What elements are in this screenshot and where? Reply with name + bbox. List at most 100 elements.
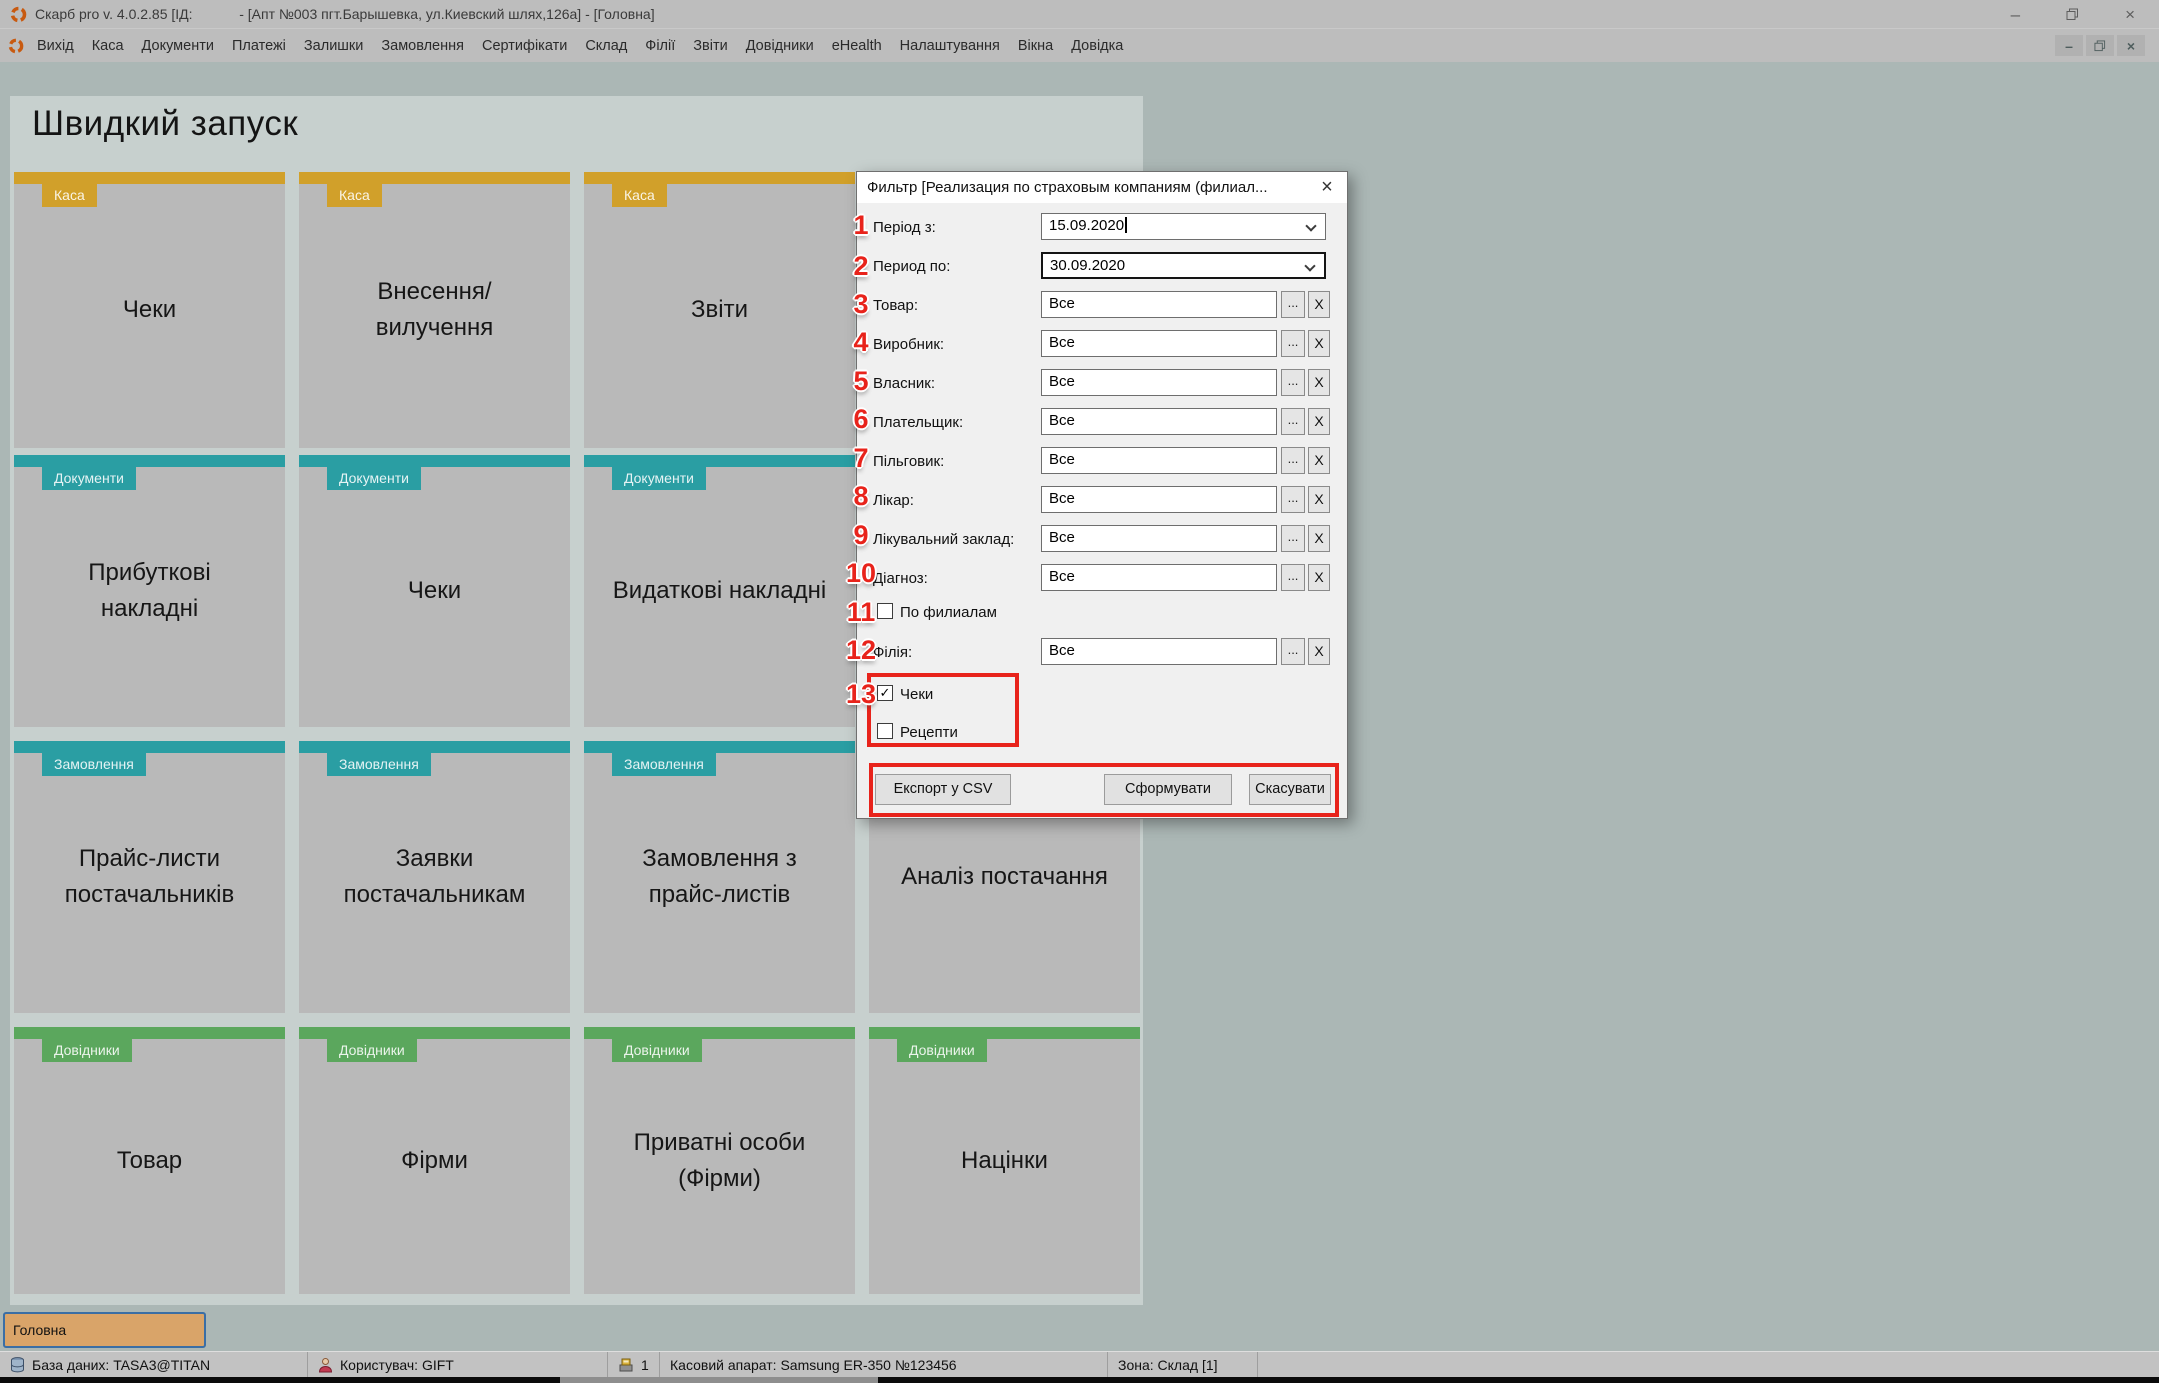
clear-button[interactable]: X [1308, 525, 1330, 552]
tile-category-bar [584, 741, 855, 753]
tile-label: Товар [117, 1143, 182, 1179]
clear-button[interactable]: X [1308, 638, 1330, 665]
tile-чеки[interactable]: ДокументиЧеки [299, 455, 570, 727]
menu-item-12[interactable]: eHealth [832, 38, 882, 54]
mdi-close-icon[interactable]: × [2117, 35, 2145, 56]
close-icon[interactable]: × [2125, 6, 2135, 23]
checkbox-label: По филиалам [900, 604, 997, 621]
input-плательщик-[interactable]: Все [1041, 408, 1277, 435]
input-пільговик-[interactable]: Все [1041, 447, 1277, 474]
tile-category-tag: Каса [42, 184, 97, 207]
menu-item-14[interactable]: Вікна [1018, 38, 1053, 54]
tile-чеки[interactable]: КасаЧеки [14, 172, 285, 448]
clear-button[interactable]: X [1308, 486, 1330, 513]
menu-item-2[interactable]: Каса [92, 38, 124, 54]
chevron-down-icon[interactable] [1305, 220, 1316, 231]
input-власник-[interactable]: Все [1041, 369, 1277, 396]
tile-category-bar [14, 1027, 285, 1039]
tile-category-bar [869, 1027, 1140, 1039]
tile-category-tag: Довідники [897, 1039, 987, 1062]
tile-звіти[interactable]: КасаЗвіти [584, 172, 855, 448]
annotation-number-4: 4 [843, 327, 879, 358]
tile-прибуткові-накладні[interactable]: ДокументиПрибуткові накладні [14, 455, 285, 727]
status-section-2: Користувач: GIFT [308, 1352, 608, 1377]
status-text: 1 [641, 1357, 649, 1373]
tile-category-tag: Документи [327, 467, 421, 490]
tile-внесення-вилучення[interactable]: КасаВнесення/вилучення [299, 172, 570, 448]
menu-item-15[interactable]: Довідка [1071, 38, 1123, 54]
menu-item-6[interactable]: Замовлення [381, 38, 464, 54]
checkbox-по-филиалам[interactable] [877, 603, 893, 619]
tile-товар[interactable]: ДовідникиТовар [14, 1027, 285, 1294]
menu-item-1[interactable]: Вихід [37, 38, 74, 54]
export-csv-button[interactable]: Експорт у CSV [875, 774, 1011, 805]
input-виробник-[interactable]: Все [1041, 330, 1277, 357]
tile-category-bar [584, 455, 855, 467]
ellipsis-lookup-button[interactable]: ... [1281, 291, 1305, 318]
filter-dialog: Фильтр [Реализация по страховым компания… [856, 171, 1348, 819]
annotation-box-checkboxes [867, 673, 1019, 747]
ellipsis-lookup-button[interactable]: ... [1281, 408, 1305, 435]
ellipsis-lookup-button[interactable]: ... [1281, 486, 1305, 513]
combo-період-з-[interactable]: 15.09.2020 [1041, 213, 1326, 240]
combo-value: 15.09.2020 [1049, 217, 1124, 234]
clear-button[interactable]: X [1308, 564, 1330, 591]
ellipsis-lookup-button[interactable]: ... [1281, 564, 1305, 591]
menu-item-3[interactable]: Документи [142, 38, 214, 54]
tile-націнки[interactable]: ДовідникиНацінки [869, 1027, 1140, 1294]
ellipsis-lookup-button[interactable]: ... [1281, 638, 1305, 665]
window-title: Скарб pro v. 4.0.2.85 [ІД: - [Апт №003 п… [35, 6, 2011, 22]
annotation-number-12: 12 [843, 635, 879, 666]
ellipsis-lookup-button[interactable]: ... [1281, 447, 1305, 474]
menu-item-11[interactable]: Довідники [746, 38, 814, 54]
clear-button[interactable]: X [1308, 408, 1330, 435]
status-section-1: База даних: TASA3@TITAN [0, 1352, 308, 1377]
cash-register-icon [618, 1357, 634, 1372]
tile-category-bar [299, 741, 570, 753]
input-діагноз-[interactable]: Все [1041, 564, 1277, 591]
status-section-5: Зона: Склад [1] [1108, 1352, 1258, 1377]
dialog-close-icon[interactable]: × [1307, 172, 1347, 203]
cancel-button[interactable]: Скасувати [1249, 774, 1331, 805]
clear-button[interactable]: X [1308, 369, 1330, 396]
restore-icon[interactable] [2066, 8, 2079, 21]
combo-период-по-[interactable]: 30.09.2020 [1041, 252, 1326, 279]
menu-item-13[interactable]: Налаштування [900, 38, 1000, 54]
menu-item-5[interactable]: Залишки [304, 38, 363, 54]
tile-приватні-особи-фірми-[interactable]: ДовідникиПриватні особи (Фірми) [584, 1027, 855, 1294]
menu-item-4[interactable]: Платежі [232, 38, 286, 54]
clear-button[interactable]: X [1308, 291, 1330, 318]
annotation-number-7: 7 [843, 443, 879, 474]
input-лікар-[interactable]: Все [1041, 486, 1277, 513]
input-філія-[interactable]: Все [1041, 638, 1277, 665]
ellipsis-lookup-button[interactable]: ... [1281, 330, 1305, 357]
tile-прайс-листи-постачальників[interactable]: ЗамовленняПрайс-листи постачальників [14, 741, 285, 1013]
tile-видаткові-накладні[interactable]: ДокументиВидаткові накладні [584, 455, 855, 727]
field-label: Виробник: [873, 336, 944, 353]
clear-button[interactable]: X [1308, 447, 1330, 474]
tile-label: Внесення/вилучення [326, 274, 544, 346]
ellipsis-lookup-button[interactable]: ... [1281, 369, 1305, 396]
tile-заявки-постачальникам[interactable]: ЗамовленняЗаявки постачальникам [299, 741, 570, 1013]
menu-item-10[interactable]: Звіти [693, 38, 727, 54]
mdi-restore-icon[interactable] [2086, 35, 2114, 56]
minimize-icon[interactable]: – [2011, 6, 2020, 23]
tile-замовлення-з-прайс-листів[interactable]: ЗамовленняЗамовлення з прайс-листів [584, 741, 855, 1013]
generate-button[interactable]: Сформувати [1104, 774, 1232, 805]
menu-item-8[interactable]: Склад [585, 38, 627, 54]
tile-фірми[interactable]: ДовідникиФірми [299, 1027, 570, 1294]
tile-category-tag: Замовлення [612, 753, 716, 776]
clear-button[interactable]: X [1308, 330, 1330, 357]
tile-category-tag: Довідники [327, 1039, 417, 1062]
menu-item-7[interactable]: Сертифікати [482, 38, 567, 54]
chevron-down-icon[interactable] [1304, 260, 1315, 271]
field-label: Лікар: [873, 492, 914, 509]
field-label: Діагноз: [873, 570, 928, 587]
input-лікувальний-заклад-[interactable]: Все [1041, 525, 1277, 552]
tab-home[interactable]: Головна [3, 1312, 206, 1348]
menu-item-9[interactable]: Філії [645, 38, 675, 54]
ellipsis-lookup-button[interactable]: ... [1281, 525, 1305, 552]
input-товар-[interactable]: Все [1041, 291, 1277, 318]
mdi-minimize-icon[interactable]: – [2055, 35, 2083, 56]
tile-category-tag: Довідники [612, 1039, 702, 1062]
